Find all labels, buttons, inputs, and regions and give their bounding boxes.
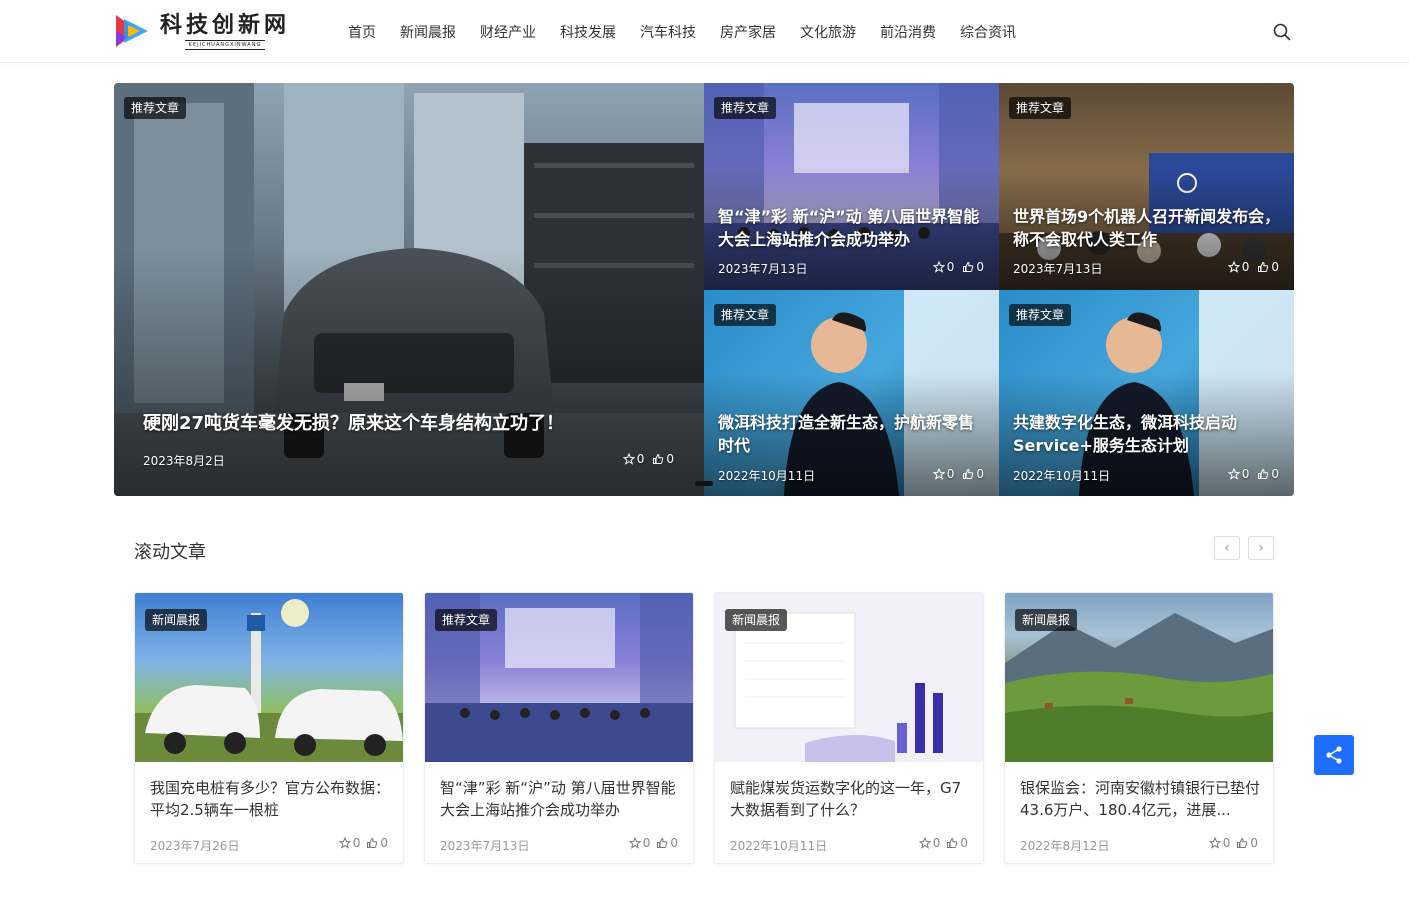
carousel-indicator[interactable] — [695, 481, 713, 486]
logo-subtitle: KEJICHUANGXINWANG — [184, 39, 266, 50]
carousel-next-button[interactable]: › — [1248, 536, 1274, 560]
share-icon — [1326, 746, 1342, 764]
article-card-title[interactable]: 赋能煤炭货运数字化的这一年，G7大数据看到了什么？ — [730, 777, 972, 821]
hero-article-3-title[interactable]: 微洱科技打造全新生态，护航新零售时代 — [718, 411, 986, 457]
nav-item-consumer[interactable]: 前沿消费 — [880, 22, 936, 42]
nav-item-auto[interactable]: 汽车科技 — [640, 22, 696, 42]
logo-title: 科技创新网 — [160, 11, 291, 38]
article-card-title[interactable]: 我国充电桩有多少？官方公布数据：平均2.5辆车一根桩 — [150, 777, 392, 821]
hero-article-1-date: 2023年7月13日 — [718, 262, 808, 276]
nav-item-finance[interactable]: 财经产业 — [480, 22, 536, 42]
article-card-stats: 0 0 — [918, 836, 968, 850]
article-card-badge: 推荐文章 — [435, 609, 498, 631]
hero-article-4-badge: 推荐文章 — [1009, 304, 1072, 326]
nav-item-home[interactable]: 首页 — [348, 22, 376, 42]
hero-main-date: 2023年8月2日 — [143, 454, 225, 468]
hero-article-1-title[interactable]: 智“津”彩 新“沪”动 第八届世界智能大会上海站推介会成功举办 — [718, 205, 986, 251]
nav-item-general[interactable]: 综合资讯 — [960, 22, 1016, 42]
section-title: 滚动文章 — [134, 542, 206, 563]
thumbs-up-icon[interactable] — [366, 837, 378, 849]
article-card-badge: 新闻晨报 — [725, 609, 788, 631]
hero-article-3[interactable]: 推荐文章 微洱科技打造全新生态，护航新零售时代 2022年10月11日 0 0 — [704, 290, 999, 496]
star-icon[interactable] — [918, 837, 931, 849]
article-card[interactable]: 推荐文章 智“津”彩 新“沪”动 第八届世界智能大会上海站推介会成功举办 202… — [424, 592, 694, 864]
article-card-date: 2023年7月13日 — [440, 839, 530, 853]
nav-item-morning-news[interactable]: 新闻晨报 — [400, 22, 456, 42]
hero-article-4-title[interactable]: 共建数字化生态，微洱科技启动Service+服务生态计划 — [1013, 411, 1281, 457]
hero-article-2-date: 2023年7月13日 — [1013, 262, 1103, 276]
article-card[interactable]: 新闻晨报 银保监会：河南安徽村镇银行已垫付43.6万户、180.4亿元，进展..… — [1004, 592, 1274, 864]
nav-item-realestate[interactable]: 房产家居 — [720, 22, 776, 42]
article-card-stats: 0 0 — [1208, 836, 1258, 850]
site-header: 科技创新网 KEJICHUANGXINWANG 首页 新闻晨报 财经产业 科技发… — [0, 0, 1409, 63]
hero-main-badge: 推荐文章 — [124, 97, 187, 119]
hero-article-3-date: 2022年10月11日 — [718, 469, 816, 483]
star-icon[interactable] — [338, 837, 351, 849]
hero-article-4[interactable]: 推荐文章 共建数字化生态，微洱科技启动Service+服务生态计划 2022年1… — [999, 290, 1294, 496]
hero-carousel: 推荐文章 硬刚27吨货车毫发无损？原来这个车身结构立功了！ 2023年8月2日 … — [114, 83, 1294, 496]
star-icon[interactable] — [628, 837, 641, 849]
thumbs-up-icon[interactable] — [946, 837, 958, 849]
star-icon[interactable] — [1208, 837, 1221, 849]
hero-article-1-badge: 推荐文章 — [714, 97, 777, 119]
hero-article-1[interactable]: 推荐文章 智“津”彩 新“沪”动 第八届世界智能大会上海站推介会成功举办 202… — [704, 83, 999, 290]
search-icon[interactable] — [1272, 22, 1292, 42]
site-logo[interactable]: 科技创新网 KEJICHUANGXINWANG — [114, 8, 294, 54]
chevron-right-icon: › — [1258, 540, 1264, 556]
nav-item-tech[interactable]: 科技发展 — [560, 22, 616, 42]
hero-main-article[interactable]: 推荐文章 硬刚27吨货车毫发无损？原来这个车身结构立功了！ 2023年8月2日 … — [114, 83, 704, 496]
article-card-date: 2022年10月11日 — [730, 839, 828, 853]
star-icon[interactable] — [932, 261, 945, 273]
star-icon[interactable] — [1227, 468, 1240, 480]
hero-article-3-stats: 0 0 — [932, 467, 984, 481]
chevron-left-icon: ‹ — [1224, 540, 1230, 556]
article-card-title[interactable]: 智“津”彩 新“沪”动 第八届世界智能大会上海站推介会成功举办 — [440, 777, 682, 821]
hero-main-stats: 0 0 — [622, 452, 674, 466]
thumbs-up-icon[interactable] — [962, 468, 974, 480]
logo-mark-icon — [114, 11, 154, 51]
thumbs-up-icon[interactable] — [1236, 837, 1248, 849]
hero-main-title[interactable]: 硬刚27吨货车毫发无损？原来这个车身结构立功了！ — [143, 411, 663, 437]
hero-article-4-stats: 0 0 — [1227, 467, 1279, 481]
article-card-title[interactable]: 银保监会：河南安徽村镇银行已垫付43.6万户、180.4亿元，进展... — [1020, 777, 1262, 821]
thumbs-up-icon[interactable] — [962, 261, 974, 273]
hero-article-2-title[interactable]: 世界首场9个机器人召开新闻发布会，称不会取代人类工作 — [1013, 205, 1281, 251]
hero-article-1-stats: 0 0 — [932, 260, 984, 274]
hero-article-4-date: 2022年10月11日 — [1013, 469, 1111, 483]
star-icon[interactable] — [622, 453, 635, 465]
carousel-prev-button[interactable]: ‹ — [1214, 536, 1240, 560]
hero-article-3-badge: 推荐文章 — [714, 304, 777, 326]
hero-article-2[interactable]: 推荐文章 世界首场9个机器人召开新闻发布会，称不会取代人类工作 2023年7月1… — [999, 83, 1294, 290]
thumbs-up-icon[interactable] — [1257, 261, 1269, 273]
star-icon[interactable] — [932, 468, 945, 480]
article-card-stats: 0 0 — [628, 836, 678, 850]
article-card-stats: 0 0 — [338, 836, 388, 850]
article-card[interactable]: 新闻晨报 我国充电桩有多少？官方公布数据：平均2.5辆车一根桩 2023年7月2… — [134, 592, 404, 864]
star-icon[interactable] — [1227, 261, 1240, 273]
hero-article-2-stats: 0 0 — [1227, 260, 1279, 274]
thumbs-up-icon[interactable] — [656, 837, 668, 849]
article-card-date: 2023年7月26日 — [150, 839, 240, 853]
main-nav: 首页 新闻晨报 财经产业 科技发展 汽车科技 房产家居 文化旅游 前沿消费 综合… — [336, 0, 1028, 63]
article-card-badge: 新闻晨报 — [145, 609, 208, 631]
article-card-badge: 新闻晨报 — [1015, 609, 1078, 631]
hero-article-2-badge: 推荐文章 — [1009, 97, 1072, 119]
nav-item-culture[interactable]: 文化旅游 — [800, 22, 856, 42]
share-button[interactable] — [1314, 735, 1354, 775]
article-card[interactable]: 新闻晨报 赋能煤炭货运数字化的这一年，G7大数据看到了什么？ 2022年10月1… — [714, 592, 984, 864]
article-card-date: 2022年8月12日 — [1020, 839, 1110, 853]
thumbs-up-icon[interactable] — [1257, 468, 1269, 480]
thumbs-up-icon[interactable] — [652, 453, 664, 465]
